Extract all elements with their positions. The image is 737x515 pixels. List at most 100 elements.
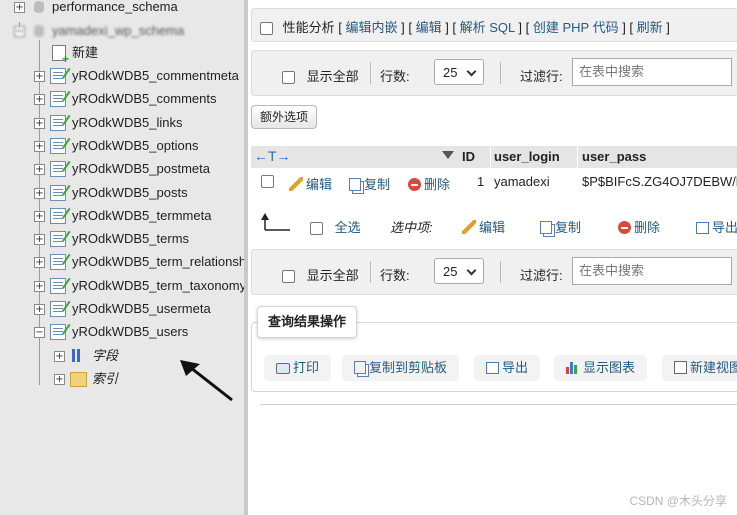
expand-icon[interactable]: + bbox=[34, 304, 45, 315]
display-chart-label[interactable]: 显示图表 bbox=[583, 360, 635, 375]
print-icon bbox=[276, 363, 290, 374]
show-all-checkbox[interactable] bbox=[282, 270, 295, 284]
main-content: 性能分析 [ 编辑内嵌 ] [ 编辑 ] [ 解析 SQL ] [ 创建 PHP… bbox=[248, 0, 737, 515]
bulk-edit-label[interactable]: 编辑 bbox=[479, 220, 505, 235]
row-edit-link[interactable]: 编辑 bbox=[289, 174, 332, 193]
edit-link[interactable]: 编辑 bbox=[416, 20, 442, 35]
row-copy-label[interactable]: 复制 bbox=[364, 177, 390, 192]
nav-table-label[interactable]: yROdkWDB5_term_relationships bbox=[72, 252, 244, 272]
collapse-icon[interactable]: − bbox=[14, 26, 25, 37]
expand-icon[interactable]: + bbox=[34, 188, 45, 199]
nav-table-label[interactable]: yROdkWDB5_postmeta bbox=[72, 159, 210, 179]
col-header-user-pass[interactable]: user_pass bbox=[582, 146, 737, 168]
check-all-arrow-icon bbox=[261, 213, 290, 231]
edit-inline-link[interactable]: 编辑内嵌 bbox=[345, 20, 397, 35]
expand-icon[interactable]: + bbox=[54, 351, 65, 362]
copy-to-clipboard-button[interactable]: 复制到剪贴板 bbox=[342, 355, 460, 381]
nav-table-label[interactable]: yROdkWDB5_usermeta bbox=[72, 299, 211, 319]
table-icon bbox=[50, 208, 66, 224]
create-php-code-link[interactable]: 创建 PHP 代码 bbox=[533, 20, 619, 35]
rows-select[interactable]: 25 bbox=[434, 258, 484, 284]
export-label[interactable]: 导出 bbox=[502, 360, 528, 375]
bulk-edit-button[interactable]: 编辑 bbox=[462, 217, 505, 236]
expand-icon[interactable]: + bbox=[34, 94, 45, 105]
table-icon bbox=[50, 301, 66, 317]
expand-icon[interactable]: + bbox=[54, 374, 65, 385]
bulk-copy-button[interactable]: 复制 bbox=[540, 217, 581, 236]
row-checkbox[interactable] bbox=[261, 175, 274, 188]
table-icon bbox=[50, 115, 66, 131]
bulk-export-label[interactable]: 导出 bbox=[712, 220, 737, 235]
expand-icon[interactable]: + bbox=[34, 164, 45, 175]
table-navigation-bottom: 显示全部 行数: 25 过滤行: 在表中搜索 bbox=[251, 249, 737, 295]
print-label[interactable]: 打印 bbox=[293, 360, 319, 375]
rows-select[interactable]: 25 bbox=[434, 59, 484, 85]
nav-table-label[interactable]: yROdkWDB5_users bbox=[72, 322, 188, 342]
expand-icon[interactable]: + bbox=[34, 141, 45, 152]
expand-icon[interactable]: + bbox=[34, 281, 45, 292]
table-icon bbox=[50, 231, 66, 247]
nav-table-label[interactable]: yROdkWDB5_commentmeta bbox=[72, 66, 239, 86]
nav-table-label[interactable]: yROdkWDB5_comments bbox=[72, 89, 216, 109]
copy-to-clipboard-label[interactable]: 复制到剪贴板 bbox=[369, 360, 447, 375]
collapse-icon[interactable]: − bbox=[34, 327, 45, 338]
show-all-checkbox[interactable] bbox=[282, 71, 295, 85]
profiling-checkbox[interactable] bbox=[260, 22, 273, 36]
nav-table-label[interactable]: yROdkWDB5_links bbox=[72, 113, 183, 133]
bulk-export-button[interactable]: 导出 bbox=[696, 217, 737, 236]
bulk-delete-label[interactable]: 删除 bbox=[634, 220, 660, 235]
row-edit-label[interactable]: 编辑 bbox=[306, 177, 332, 192]
expand-icon[interactable]: + bbox=[34, 211, 45, 222]
col-header-id[interactable]: ID bbox=[458, 146, 492, 168]
sort-dropdown-icon[interactable] bbox=[442, 151, 454, 159]
chart-icon bbox=[566, 360, 580, 374]
cell-user-pass[interactable]: $P$BIFcS.ZG4OJ7DEBW/l bbox=[582, 174, 737, 189]
column-move-arrows[interactable]: ←T→ bbox=[254, 148, 291, 164]
annotation-arrow-icon bbox=[180, 360, 233, 402]
filter-input[interactable]: 在表中搜索 bbox=[572, 58, 732, 86]
nav-db-label[interactable]: performance_schema bbox=[52, 0, 178, 17]
cell-id[interactable]: 1 bbox=[477, 174, 484, 189]
nav-indexes-label[interactable]: 索引 bbox=[92, 369, 118, 389]
nav-table-label[interactable]: yROdkWDB5_terms bbox=[72, 229, 189, 249]
expand-icon[interactable]: + bbox=[34, 234, 45, 245]
expand-icon[interactable]: + bbox=[34, 118, 45, 129]
col-header-user-login[interactable]: user_login bbox=[494, 146, 574, 168]
export-button[interactable]: 导出 bbox=[474, 355, 541, 381]
row-copy-link[interactable]: 复制 bbox=[349, 174, 390, 193]
pencil-icon bbox=[462, 220, 476, 234]
nav-table-label[interactable]: yROdkWDB5_term_taxonomy bbox=[72, 276, 244, 296]
nav-new-label[interactable]: 新建 bbox=[72, 43, 98, 63]
explain-sql-link[interactable]: 解析 SQL bbox=[460, 20, 515, 35]
nav-table-label[interactable]: yROdkWDB5_options bbox=[72, 136, 198, 156]
expand-icon[interactable]: + bbox=[14, 2, 25, 13]
check-all[interactable]: 全选 bbox=[310, 217, 361, 236]
print-button[interactable]: 打印 bbox=[264, 355, 332, 381]
separator bbox=[500, 261, 501, 283]
table-icon bbox=[50, 324, 66, 340]
display-chart-button[interactable]: 显示图表 bbox=[554, 355, 648, 381]
create-view-icon bbox=[674, 361, 687, 374]
bulk-copy-label[interactable]: 复制 bbox=[555, 220, 581, 235]
cell-user-login[interactable]: yamadexi bbox=[494, 174, 550, 189]
nav-db-label[interactable]: yamadexi_wp_schema bbox=[52, 21, 184, 41]
divider bbox=[490, 146, 491, 168]
nav-columns-label[interactable]: 字段 bbox=[92, 346, 118, 366]
check-all-label[interactable]: 全选 bbox=[335, 220, 361, 235]
create-view-button[interactable]: 新建视图 bbox=[662, 355, 737, 381]
nav-table-label[interactable]: yROdkWDB5_posts bbox=[72, 183, 188, 203]
row-delete-label[interactable]: 删除 bbox=[424, 177, 450, 192]
expand-icon[interactable]: + bbox=[34, 71, 45, 82]
filter-input[interactable]: 在表中搜索 bbox=[572, 257, 732, 285]
profiling-label: 性能分析 bbox=[282, 20, 335, 35]
database-icon bbox=[34, 1, 44, 13]
refresh-link[interactable]: 刷新 bbox=[637, 20, 663, 35]
create-view-label[interactable]: 新建视图 bbox=[690, 360, 737, 375]
row-delete-link[interactable]: 删除 bbox=[408, 174, 450, 193]
bulk-delete-button[interactable]: 删除 bbox=[618, 217, 660, 236]
nav-table-label[interactable]: yROdkWDB5_termmeta bbox=[72, 206, 211, 226]
extra-options-button[interactable]: 额外选项 bbox=[251, 105, 318, 129]
check-all-checkbox[interactable] bbox=[310, 222, 323, 236]
filter-label: 过滤行: bbox=[520, 268, 563, 283]
expand-icon[interactable]: + bbox=[34, 257, 45, 268]
